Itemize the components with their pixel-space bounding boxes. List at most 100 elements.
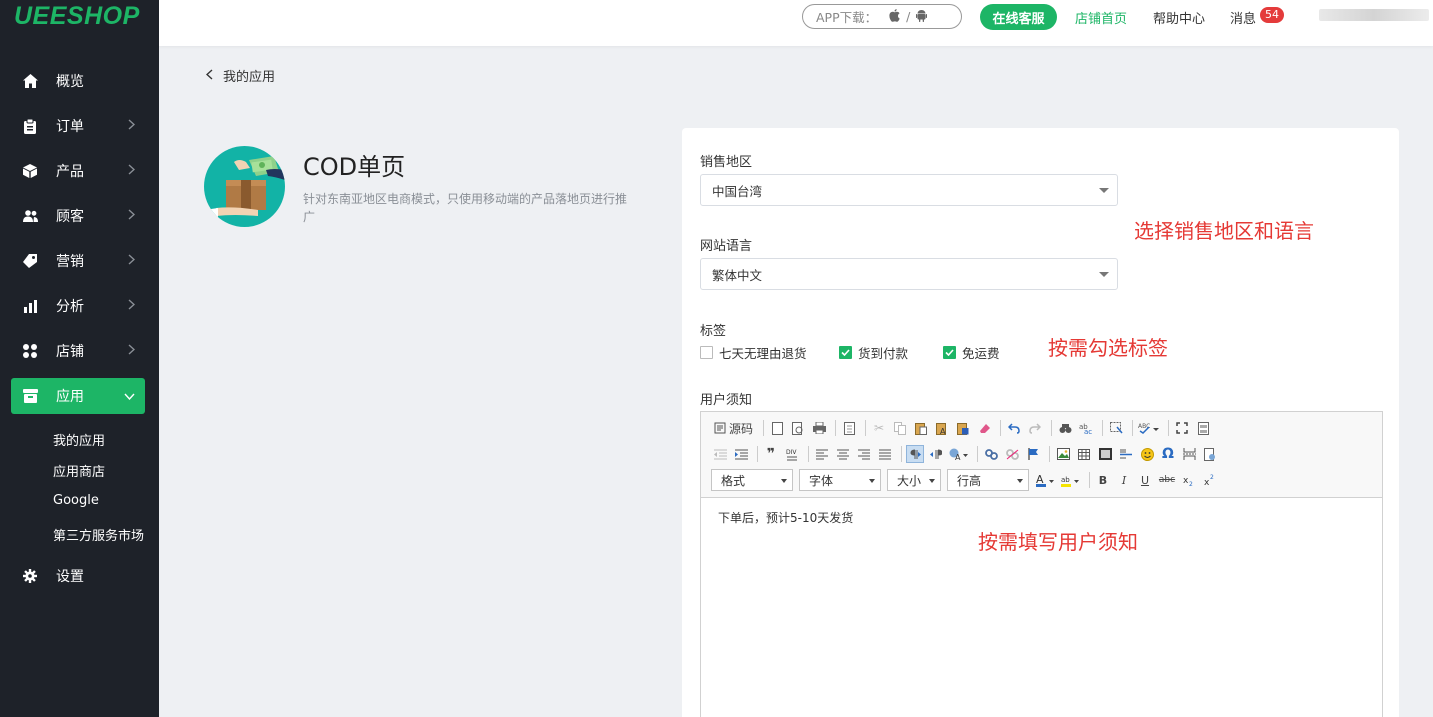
table-icon[interactable] (1075, 445, 1093, 463)
sidebar-item-label: 营销 (56, 254, 84, 270)
sidebar-subitem-google[interactable]: Google (53, 493, 99, 508)
create-div-icon[interactable]: DIV (783, 445, 801, 463)
iframe-icon[interactable] (1201, 445, 1219, 463)
paste-text-icon[interactable]: A (933, 419, 951, 437)
text-color-icon[interactable]: A (1035, 471, 1057, 489)
android-icon[interactable] (916, 9, 928, 25)
align-right-icon[interactable] (855, 445, 873, 463)
paste-icon[interactable] (912, 419, 930, 437)
select-all-icon[interactable] (1107, 419, 1125, 437)
text-direction-rtl-icon[interactable] (927, 445, 945, 463)
templates-icon[interactable] (840, 419, 858, 437)
special-char-icon[interactable]: Ω (1159, 445, 1177, 463)
app-description: 针对东南亚地区电商模式，只使用移动端的产品落地页进行推广 (303, 192, 628, 224)
strikethrough-icon[interactable]: abc (1157, 471, 1177, 489)
italic-icon[interactable]: I (1115, 471, 1133, 489)
toolbar-separator (1049, 446, 1050, 462)
messages-link[interactable]: 消息 (1230, 8, 1256, 27)
show-blocks-icon[interactable] (1194, 419, 1212, 437)
superscript-icon[interactable]: x2 (1201, 471, 1219, 489)
align-justify-icon[interactable] (876, 445, 894, 463)
cut-icon[interactable]: ✂ (870, 419, 888, 437)
copy-icon[interactable] (891, 419, 909, 437)
text-direction-ltr-icon[interactable] (906, 445, 924, 463)
align-center-icon[interactable] (834, 445, 852, 463)
video-icon[interactable] (1096, 445, 1114, 463)
app-download-pill[interactable]: APP下载： / (802, 4, 962, 29)
blockquote-icon[interactable]: ❞ (762, 445, 780, 463)
bold-icon[interactable]: B (1094, 471, 1112, 489)
sidebar-subitem-app-store[interactable]: 应用商店 (53, 461, 105, 480)
toolbar-separator (1000, 420, 1002, 436)
format-label: 格式 (721, 473, 746, 488)
align-left-icon[interactable] (813, 445, 831, 463)
back-to-my-apps[interactable]: 我的应用 (205, 66, 275, 85)
tag-label: 七天无理由退货 (719, 346, 807, 361)
new-page-icon[interactable] (768, 419, 786, 437)
sidebar-item-customers[interactable]: 顾客 (11, 198, 145, 234)
language-icon[interactable]: A (948, 445, 970, 463)
image-icon[interactable] (1054, 445, 1072, 463)
print-icon[interactable] (810, 419, 828, 437)
top-bar: APP下载： / 在线客服 店铺首页 帮助中心 消息 54 (159, 0, 1433, 46)
sidebar-subitem-third-party[interactable]: 第三方服务市场 (53, 525, 144, 544)
user-account[interactable] (1319, 9, 1429, 21)
undo-icon[interactable] (1005, 419, 1023, 437)
region-select[interactable]: 中国台湾 (700, 174, 1118, 206)
background-color-icon[interactable]: ab (1060, 471, 1082, 489)
tag-checkbox-free-shipping[interactable]: 免运费 (943, 343, 1000, 362)
sidebar-item-store[interactable]: 店铺 (11, 333, 145, 369)
anchor-icon[interactable] (1024, 445, 1042, 463)
brand-logo[interactable]: UEESHOP (14, 2, 140, 31)
link-icon[interactable] (982, 445, 1000, 463)
sidebar: UEESHOP 概览 订单 产品 顾客 营销 分析 店铺 应用 我的应用 应用商… (0, 0, 159, 717)
checkbox[interactable] (700, 346, 713, 359)
smiley-icon[interactable] (1138, 445, 1156, 463)
eraser-icon[interactable] (975, 419, 993, 437)
language-select[interactable]: 繁体中文 (700, 258, 1118, 290)
size-select[interactable]: 大小 (887, 469, 941, 491)
sidebar-item-products[interactable]: 产品 (11, 153, 145, 189)
sidebar-subitem-my-apps[interactable]: 我的应用 (53, 430, 105, 449)
replace-icon[interactable]: ab ac (1077, 419, 1095, 437)
horizontal-rule-icon[interactable] (1117, 445, 1135, 463)
redo-icon[interactable] (1026, 419, 1044, 437)
tag-checkbox-cod[interactable]: 货到付款 (839, 343, 908, 362)
format-select[interactable]: 格式 (711, 469, 793, 491)
checkbox-checked[interactable] (943, 346, 956, 359)
tag-checkbox-return[interactable]: 七天无理由退货 (700, 343, 807, 362)
sidebar-item-marketing[interactable]: 营销 (11, 243, 145, 279)
outdent-icon[interactable] (711, 445, 729, 463)
subscript-icon[interactable]: x2 (1180, 471, 1198, 489)
sidebar-item-overview[interactable]: 概览 (11, 63, 145, 99)
maximize-icon[interactable] (1173, 419, 1191, 437)
indent-icon[interactable] (732, 445, 750, 463)
checkbox-checked[interactable] (839, 346, 852, 359)
find-icon[interactable] (1056, 419, 1074, 437)
spellcheck-icon[interactable]: ABC (1137, 419, 1161, 437)
annotation-region-language: 选择销售地区和语言 (1134, 219, 1314, 243)
unlink-icon[interactable] (1003, 445, 1021, 463)
sidebar-item-label: 概览 (56, 74, 84, 90)
line-height-select[interactable]: 行高 (947, 469, 1029, 491)
store-home-link[interactable]: 店铺首页 (1075, 8, 1127, 27)
source-button[interactable]: 源码 (711, 419, 756, 437)
sidebar-item-orders[interactable]: 订单 (11, 108, 145, 144)
page-break-icon[interactable] (1180, 445, 1198, 463)
apple-icon[interactable] (889, 8, 900, 25)
sidebar-item-settings[interactable]: 设置 (11, 558, 145, 594)
toolbar-separator (977, 446, 978, 462)
online-service-button[interactable]: 在线客服 (980, 4, 1057, 30)
sidebar-item-analytics[interactable]: 分析 (11, 288, 145, 324)
editor-content[interactable]: 下单后，预计5-10天发货 (718, 509, 853, 526)
font-select[interactable]: 字体 (799, 469, 881, 491)
underline-icon[interactable]: U (1136, 471, 1154, 489)
help-center-link[interactable]: 帮助中心 (1153, 8, 1205, 27)
preview-icon[interactable] (789, 419, 807, 437)
toolbar-row-1: 源码 ✂ A ab ac ABC (711, 417, 1215, 439)
paste-word-icon[interactable] (954, 419, 972, 437)
size-label: 大小 (897, 473, 922, 488)
notice-editor[interactable]: 源码 ✂ A ab ac ABC ❞ DIV A Ω 格式 字体 大小 行高 A… (700, 411, 1383, 717)
sidebar-item-label: 订单 (56, 119, 84, 135)
sidebar-item-apps[interactable]: 应用 (11, 378, 145, 414)
